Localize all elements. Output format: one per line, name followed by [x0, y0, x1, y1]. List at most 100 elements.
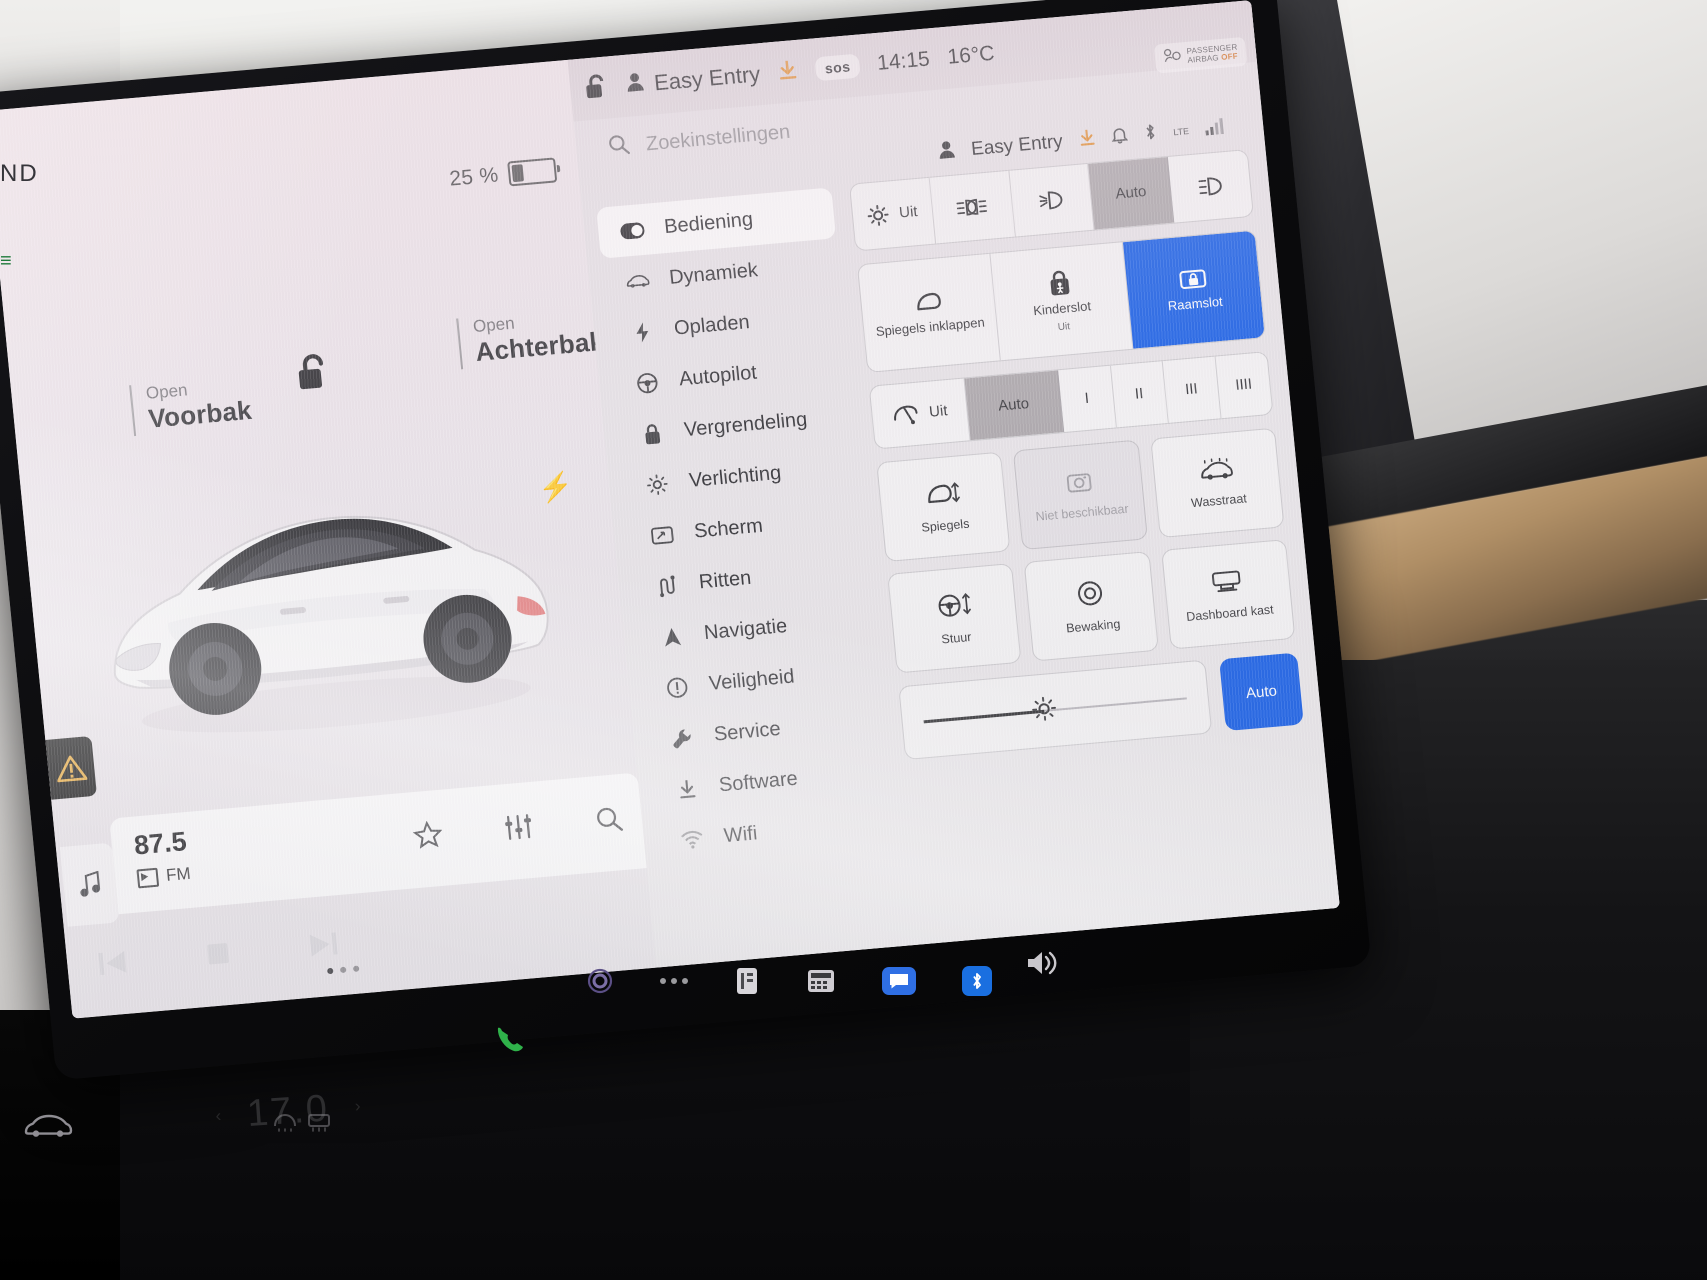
airbag-off-label: OFF — [1220, 51, 1239, 62]
software-update-icon[interactable] — [1077, 127, 1096, 152]
low-beam-button[interactable] — [1009, 163, 1095, 237]
warning-triangle-icon[interactable] — [45, 735, 98, 800]
brightness-icon[interactable] — [1030, 694, 1059, 727]
search-input[interactable]: Zoekinstellingen — [575, 118, 791, 164]
mirror-lock-row[interactable]: Spiegels inklappen Kinderslot Uit Raamsl… — [856, 229, 1266, 373]
lights-auto-button[interactable]: Auto — [1088, 156, 1175, 230]
volume-icon[interactable] — [1024, 948, 1060, 983]
alert-circle-icon — [664, 675, 690, 699]
account-name: Easy Entry — [970, 131, 1064, 161]
unlocked-padlock-icon[interactable] — [295, 352, 333, 398]
airbag-line-2: AIRBAG — [1186, 52, 1220, 65]
defrost-icon[interactable] — [272, 1112, 298, 1137]
skip-next-icon[interactable] — [305, 928, 342, 966]
mirror-fold-icon — [910, 289, 946, 316]
window-lock-button[interactable]: Raamslot — [1122, 230, 1265, 349]
battery-icon — [507, 157, 558, 187]
sidebar-item-label: Ritten — [698, 566, 753, 594]
low-beam-icon — [1037, 189, 1067, 211]
wiper-speed-4-button[interactable]: IIII — [1215, 352, 1272, 418]
messages-icon[interactable] — [882, 967, 916, 995]
child-lock-label: Kinderslot — [1032, 298, 1092, 319]
rear-trunk-control[interactable]: Open Achterbak — [456, 305, 606, 370]
steering-adjust-icon — [933, 589, 974, 625]
controls-tile-grid[interactable]: Spiegels Niet beschikbaar Wasstraat Stuu… — [876, 427, 1296, 674]
left-instrument-indicator: ≡ — [0, 250, 12, 272]
stop-icon[interactable] — [200, 937, 237, 975]
bell-icon[interactable] — [1110, 125, 1128, 149]
sentry-mode-label: Bewaking — [1065, 616, 1121, 636]
settings-sidebar[interactable]: Bediening Dynamiek Opladen Autopilot Vergren… — [596, 187, 896, 867]
wrench-icon — [669, 726, 695, 750]
software-update-icon[interactable] — [777, 57, 800, 86]
high-beam-icon — [1196, 175, 1226, 197]
sos-button[interactable]: sos — [814, 53, 861, 82]
search-icon[interactable] — [593, 804, 625, 839]
brightness-slider-card[interactable] — [898, 659, 1213, 761]
status-profile[interactable]: Easy Entry — [625, 61, 761, 99]
unlocked-padlock-icon[interactable] — [583, 72, 610, 105]
controls-panel[interactable]: Uit Auto Spiegels inklappen Kinderslot U… — [848, 148, 1304, 761]
lock-icon — [639, 421, 665, 445]
brightness-slider[interactable] — [923, 689, 1187, 730]
car-icon[interactable] — [22, 1108, 74, 1147]
child-lock-button[interactable]: Kinderslot Uit — [990, 242, 1134, 361]
calculator-icon[interactable] — [806, 968, 836, 994]
gear-icon[interactable] — [586, 967, 614, 995]
wiper-speed-4-label: IIII — [1234, 375, 1253, 394]
car-interior-scene: 25 % Open Voorbak Open Achterbak ⚡ 87.5 … — [0, 0, 1707, 1280]
chevron-left-icon[interactable]: ‹ — [215, 1106, 222, 1126]
car-wash-tile[interactable]: Wasstraat — [1149, 427, 1285, 539]
sliders-icon[interactable] — [503, 812, 535, 847]
taskbar[interactable] — [560, 946, 1206, 1016]
sun-icon — [644, 472, 670, 496]
info-icon[interactable] — [734, 966, 760, 996]
toggle-switch-icon — [620, 221, 645, 239]
lights-off-button[interactable]: Uit — [850, 177, 936, 251]
wiper-auto-button[interactable]: Auto — [964, 370, 1065, 441]
sentry-mode-tile[interactable]: Bewaking — [1023, 551, 1159, 662]
trips-icon — [654, 574, 680, 598]
camera-icon — [1065, 468, 1094, 499]
wiper-speed-1-button[interactable]: I — [1058, 365, 1117, 433]
chevron-right-icon[interactable]: › — [354, 1096, 361, 1116]
wiper-speed-2-button[interactable]: II — [1110, 361, 1169, 428]
glovebox-icon — [1211, 567, 1244, 600]
window-lock-label: Raamslot — [1167, 293, 1224, 314]
wiper-speed-1-label: I — [1083, 389, 1090, 408]
wifi-icon — [679, 829, 705, 850]
rear-defrost-icon[interactable] — [306, 1112, 332, 1137]
sidebar-item-label: Bediening — [663, 208, 754, 239]
music-note-icon[interactable] — [59, 842, 120, 927]
wiper-icon — [890, 403, 920, 427]
steering-adjust-tile[interactable]: Stuur — [887, 563, 1022, 674]
child-lock-state: Uit — [1057, 320, 1071, 333]
fold-mirrors-button[interactable]: Spiegels inklappen — [857, 253, 1001, 372]
lights-off-label: Uit — [898, 203, 919, 222]
wiper-speed-3-button[interactable]: III — [1162, 356, 1222, 423]
sidebar-item-label: Opladen — [673, 311, 751, 340]
wiper-off-button[interactable]: Uit — [869, 378, 971, 449]
person-icon — [625, 71, 645, 98]
steering-wheel-icon — [634, 371, 660, 395]
parking-lights-button[interactable] — [929, 170, 1016, 244]
adjust-mirrors-label: Spiegels — [920, 516, 970, 535]
model-3-illustration[interactable] — [54, 393, 584, 765]
brightness-auto-button[interactable]: Auto — [1219, 652, 1304, 732]
outside-temperature: 16°C — [946, 41, 996, 69]
skip-previous-icon[interactable] — [94, 946, 131, 984]
bluetooth-icon[interactable] — [1142, 122, 1158, 147]
settings-pane[interactable]: Easy Entry sos 14:15 16°C PASSENGER AIRB… — [567, 0, 1340, 968]
sidebar-item-label: Vergrendeling — [683, 408, 809, 442]
more-dots-icon[interactable] — [660, 978, 688, 984]
tesla-touchscreen[interactable]: 25 % Open Voorbak Open Achterbak ⚡ 87.5 … — [0, 0, 1340, 1019]
glovebox-tile[interactable]: Dashboard kast — [1160, 539, 1296, 650]
car-visualization-pane[interactable]: 25 % Open Voorbak Open Achterbak ⚡ 87.5 … — [0, 59, 657, 1019]
high-beam-button[interactable] — [1168, 150, 1253, 223]
wiper-auto-label: Auto — [997, 395, 1030, 415]
bluetooth-icon[interactable] — [962, 966, 992, 996]
left-screen-text: ND — [0, 160, 39, 187]
star-icon[interactable] — [412, 820, 444, 855]
touchscreen-bezel: 25 % Open Voorbak Open Achterbak ⚡ 87.5 … — [0, 0, 1372, 1081]
adjust-mirrors-tile[interactable]: Spiegels — [876, 451, 1011, 563]
